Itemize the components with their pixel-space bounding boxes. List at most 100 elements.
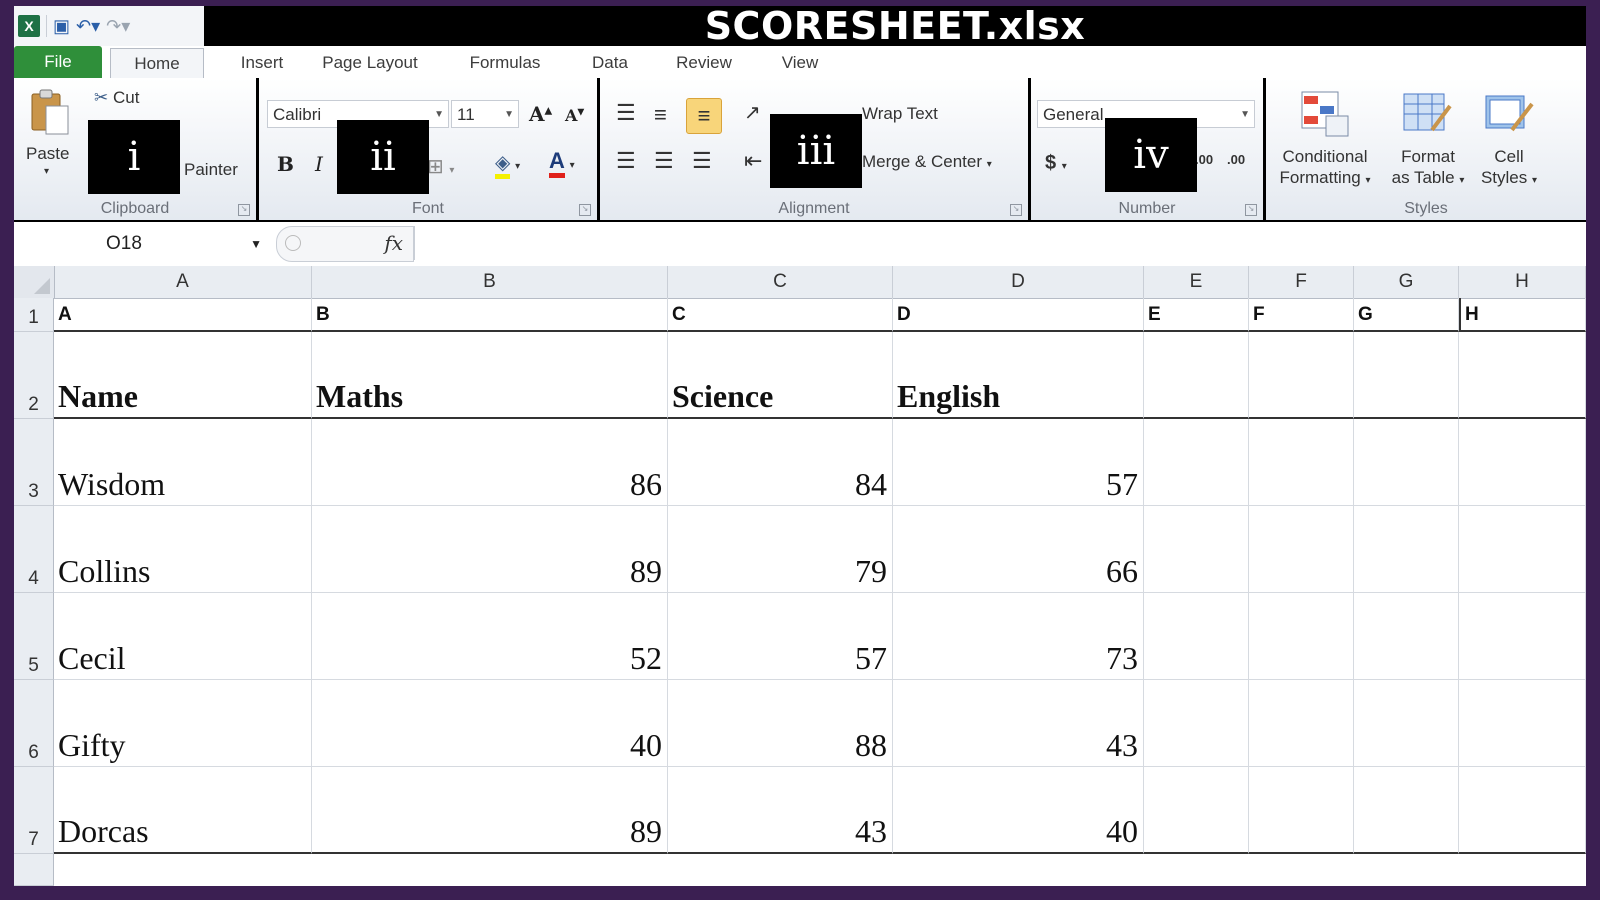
format-painter-button[interactable]: Painter <box>184 160 238 180</box>
row-header-8[interactable] <box>14 854 54 886</box>
cell-g6[interactable] <box>1354 680 1459 767</box>
cell-e5[interactable] <box>1144 593 1249 680</box>
cell-h3[interactable] <box>1459 419 1586 506</box>
cell-e2[interactable] <box>1144 332 1249 419</box>
orientation-icon[interactable]: ↗ <box>744 100 761 125</box>
cell-h7[interactable] <box>1459 767 1586 854</box>
font-launcher-icon[interactable]: ↘ <box>579 204 591 216</box>
cell-g5[interactable] <box>1354 593 1459 680</box>
cell-f5[interactable] <box>1249 593 1354 680</box>
undo-icon[interactable]: ↶▾ <box>76 15 100 37</box>
align-bottom-icon[interactable]: ≡ <box>686 98 722 134</box>
cell-e1[interactable]: E <box>1144 298 1249 332</box>
cell-h5[interactable] <box>1459 593 1586 680</box>
name-box[interactable]: O18 ▼ <box>14 228 270 260</box>
cell-h1[interactable]: H <box>1459 298 1586 332</box>
cell-b1[interactable]: B <box>312 298 668 332</box>
align-middle-icon[interactable]: ≡ <box>654 102 667 128</box>
cell-b3[interactable]: 86 <box>312 419 668 506</box>
cell-a7[interactable]: Dorcas <box>54 767 312 854</box>
cell-a2[interactable]: Name <box>54 332 312 419</box>
cell-b2[interactable]: Maths <box>312 332 668 419</box>
cell-b5[interactable]: 52 <box>312 593 668 680</box>
row-header-1[interactable]: 1 <box>14 298 54 332</box>
cell-f3[interactable] <box>1249 419 1354 506</box>
worksheet-grid[interactable]: A B C D E F G H 1 2 3 4 5 6 7 A B C D E … <box>14 266 1586 886</box>
decrease-indent-icon[interactable]: ⇤ <box>744 148 762 174</box>
align-left-icon[interactable]: ☰ <box>616 148 636 174</box>
cut-button[interactable]: ✂ Cut <box>94 88 139 108</box>
cell-d7[interactable]: 40 <box>893 767 1144 854</box>
cell-a4[interactable]: Collins <box>54 506 312 593</box>
align-top-icon[interactable]: ☰ <box>616 100 636 126</box>
align-right-icon[interactable]: ☰ <box>692 148 712 174</box>
cell-g2[interactable] <box>1354 332 1459 419</box>
font-size-select[interactable]: 11 ▼ <box>451 100 519 128</box>
cell-styles-button[interactable]: Cell Styles ▾ <box>1474 146 1544 191</box>
cell-c1[interactable]: C <box>668 298 893 332</box>
column-header-a[interactable]: A <box>54 266 312 298</box>
column-header-b[interactable]: B <box>312 266 668 298</box>
alignment-launcher-icon[interactable]: ↘ <box>1010 204 1022 216</box>
cell-b4[interactable]: 89 <box>312 506 668 593</box>
cell-styles-icon[interactable] <box>1484 90 1534 143</box>
cell-f1[interactable]: F <box>1249 298 1354 332</box>
cell-h4[interactable] <box>1459 506 1586 593</box>
cell-d4[interactable]: 66 <box>893 506 1144 593</box>
grow-font-button[interactable]: A▲ <box>529 102 552 126</box>
currency-button[interactable]: $ ▾ <box>1045 152 1067 175</box>
column-header-f[interactable]: F <box>1249 266 1354 298</box>
cell-f2[interactable] <box>1249 332 1354 419</box>
tab-formulas[interactable]: Formulas <box>460 50 550 76</box>
formula-input[interactable] <box>414 226 1586 260</box>
cell-d6[interactable]: 43 <box>893 680 1144 767</box>
format-as-table-icon[interactable] <box>1402 90 1452 143</box>
tab-view[interactable]: View <box>770 50 830 76</box>
paste-button[interactable]: Paste <box>26 144 69 164</box>
format-as-table-button[interactable]: Format as Table ▾ <box>1382 146 1474 191</box>
cell-h6[interactable] <box>1459 680 1586 767</box>
redo-icon[interactable]: ↷▾ <box>106 15 130 37</box>
cell-a1[interactable]: A <box>54 298 312 332</box>
column-header-c[interactable]: C <box>668 266 893 298</box>
insert-function-icon[interactable]: fx <box>384 231 403 255</box>
cell-e7[interactable] <box>1144 767 1249 854</box>
cell-c5[interactable]: 57 <box>668 593 893 680</box>
expand-icon[interactable] <box>285 235 301 251</box>
number-launcher-icon[interactable]: ↘ <box>1245 204 1257 216</box>
paste-dropdown-icon[interactable]: ▾ <box>44 166 49 177</box>
cell-c6[interactable]: 88 <box>668 680 893 767</box>
borders-icon[interactable]: ⊞ ▾ <box>427 154 454 179</box>
tab-insert[interactable]: Insert <box>222 50 302 76</box>
merge-center-button[interactable]: Merge & Center ▾ <box>862 152 992 172</box>
cell-c2[interactable]: Science <box>668 332 893 419</box>
cell-f4[interactable] <box>1249 506 1354 593</box>
clipboard-launcher-icon[interactable]: ↘ <box>238 204 250 216</box>
column-header-g[interactable]: G <box>1354 266 1459 298</box>
cell-b7[interactable]: 89 <box>312 767 668 854</box>
cell-a3[interactable]: Wisdom <box>54 419 312 506</box>
cell-f7[interactable] <box>1249 767 1354 854</box>
decrease-decimal-button[interactable]: .00 <box>1227 152 1245 167</box>
save-icon[interactable]: ▣ <box>53 15 70 37</box>
row-header-7[interactable]: 7 <box>14 767 54 854</box>
align-center-icon[interactable]: ☰ <box>654 148 674 174</box>
paste-icon[interactable] <box>30 88 70 136</box>
font-color-button[interactable]: A ▾ <box>549 148 575 178</box>
bold-button[interactable]: B <box>277 152 294 176</box>
cell-g7[interactable] <box>1354 767 1459 854</box>
cell-e6[interactable] <box>1144 680 1249 767</box>
tab-home[interactable]: Home <box>110 48 204 79</box>
cell-g4[interactable] <box>1354 506 1459 593</box>
cell-d2[interactable]: English <box>893 332 1144 419</box>
tab-file[interactable]: File <box>14 46 102 78</box>
row-header-6[interactable]: 6 <box>14 680 54 767</box>
conditional-formatting-icon[interactable] <box>1300 90 1350 143</box>
cell-e3[interactable] <box>1144 419 1249 506</box>
cell-g3[interactable] <box>1354 419 1459 506</box>
column-header-e[interactable]: E <box>1144 266 1249 298</box>
cell-d1[interactable]: D <box>893 298 1144 332</box>
row-header-2[interactable]: 2 <box>14 332 54 419</box>
row-header-3[interactable]: 3 <box>14 419 54 506</box>
cell-c7[interactable]: 43 <box>668 767 893 854</box>
